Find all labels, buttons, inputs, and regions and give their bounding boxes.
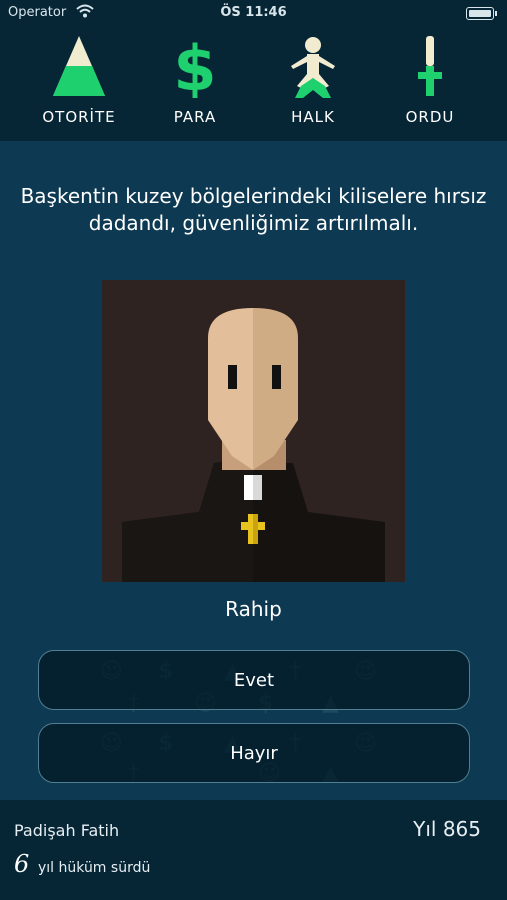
character-name: Rahip [225,597,282,621]
stat-label-money: PARA [173,108,217,126]
pyramid-icon [53,36,105,96]
yes-button[interactable]: Evet [38,650,470,710]
stat-authority: OTORİTE [24,34,134,134]
character-portrait [102,280,405,582]
person-icon [291,37,335,98]
card-question: Başkentin kuzey bölgelerindeki kiliseler… [20,184,487,235]
reign-footer: Padişah Fatih Yıl 865 6 yıl hüküm sürdü [0,800,507,900]
stat-army: ORDU [375,34,485,134]
stat-people: HALK [258,34,368,134]
stat-label-people: HALK [291,108,335,126]
status-bar: Operator ÖS 11:46 [0,0,507,28]
svg-text:$: $ [173,34,216,98]
stat-money: $ PARA [140,34,250,134]
sword-icon [418,36,442,96]
stat-label-army: ORDU [405,108,455,126]
battery-icon [466,7,497,20]
clock: ÖS 11:46 [220,5,287,20]
priest-portrait [102,280,405,582]
dollar-icon: $ [173,34,216,98]
year-label: Yıl 865 [413,817,481,841]
stats-header: Operator ÖS 11:46 OTORİTE $ PARA HALK OR… [0,0,507,141]
stat-label-authority: OTORİTE [42,108,116,126]
no-button[interactable]: Hayır [38,723,470,783]
reign-years-label: yıl hüküm sürdü [38,860,151,876]
ruler-name: Padişah Fatih [14,821,120,840]
reign-years-count: 6 [14,850,30,878]
